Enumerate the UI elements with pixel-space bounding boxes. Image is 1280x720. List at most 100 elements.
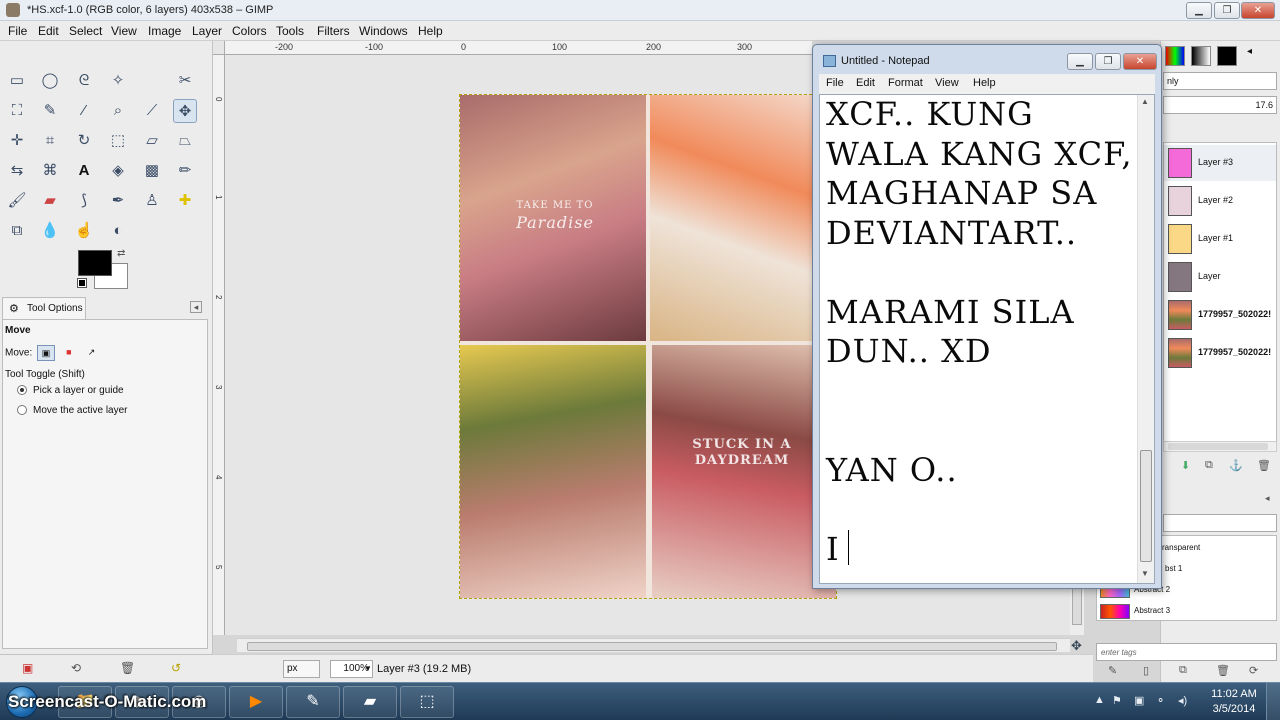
chevron-down-icon[interactable]: ▼ bbox=[364, 660, 374, 678]
scroll-up-icon[interactable]: ▲ bbox=[1141, 97, 1149, 106]
ruler-left[interactable]: 0 1 2 3 4 5 bbox=[213, 55, 225, 635]
pick-layer-option[interactable]: Pick a layer or guide bbox=[17, 385, 124, 396]
close-button[interactable]: ✕ bbox=[1241, 2, 1275, 19]
unit-select[interactable]: px bbox=[283, 660, 320, 678]
ellipse-select-icon[interactable]: ◯ bbox=[38, 69, 62, 93]
blend-icon[interactable]: ▩ bbox=[140, 159, 164, 183]
minimize-button[interactable]: ▁ bbox=[1186, 2, 1212, 19]
measure-icon[interactable]: ⟋ bbox=[140, 99, 164, 123]
tray-network-icon[interactable]: ⚬ bbox=[1156, 694, 1165, 707]
menu-image[interactable]: Image bbox=[148, 24, 181, 38]
notepad-menu-view[interactable]: View bbox=[935, 77, 959, 89]
layer-row[interactable]: Layer bbox=[1164, 259, 1276, 295]
fuzzy-select-icon[interactable]: ✧ bbox=[106, 69, 130, 93]
tags-input[interactable]: enter tags bbox=[1096, 643, 1277, 661]
swap-colors-icon[interactable]: ⇄ bbox=[117, 248, 125, 259]
notepad-text-area[interactable]: XCF.. KUNG WALA KANG XCF, MAGHANAP SA DE… bbox=[819, 94, 1155, 584]
eraser-icon[interactable]: ▰ bbox=[38, 189, 62, 213]
tray-device-icon[interactable]: ▣ bbox=[1134, 694, 1144, 707]
duplicate-gradient-icon[interactable]: ⧉ bbox=[1179, 664, 1187, 677]
anchor-layer-icon[interactable]: ⚓ bbox=[1229, 459, 1243, 472]
layer-row[interactable]: 1779957_502022! bbox=[1164, 335, 1276, 371]
gradient-view-select[interactable] bbox=[1163, 514, 1277, 532]
scrollbar-thumb[interactable] bbox=[1140, 450, 1152, 562]
text-tool-icon[interactable]: A bbox=[72, 159, 96, 183]
gimp-task[interactable]: ✎ bbox=[286, 686, 340, 718]
panel-menu-icon[interactable]: ◂ bbox=[1265, 493, 1270, 504]
canvas-horizontal-scrollbar[interactable] bbox=[237, 638, 1070, 652]
scrollbar-thumb[interactable] bbox=[1168, 443, 1268, 450]
recording-task[interactable]: ⬚ bbox=[400, 686, 454, 718]
move-selection-icon[interactable]: ■ bbox=[60, 345, 78, 361]
menu-windows[interactable]: Windows bbox=[359, 24, 408, 38]
clock-date[interactable]: 3/5/2014 bbox=[1208, 703, 1260, 715]
menu-file[interactable]: File bbox=[8, 24, 27, 38]
zoom-icon[interactable]: ⌕ bbox=[106, 99, 130, 123]
scrollbar-thumb[interactable] bbox=[1072, 585, 1082, 625]
move-active-option[interactable]: Move the active layer bbox=[17, 405, 128, 416]
image-canvas[interactable]: TAKE ME TO Paradise STUCK IN A DAYDREAM bbox=[459, 94, 837, 599]
edit-gradient-icon[interactable]: ✎ bbox=[1108, 664, 1117, 677]
delete-layer-icon[interactable]: 🗑 bbox=[1257, 459, 1271, 472]
show-desktop-button[interactable] bbox=[1266, 683, 1280, 720]
notepad-close-button[interactable]: ✕ bbox=[1123, 53, 1157, 70]
move-layer-icon[interactable]: ▣ bbox=[37, 345, 56, 361]
menu-select[interactable]: Select bbox=[69, 24, 102, 38]
ink-icon[interactable]: ✒ bbox=[106, 189, 130, 213]
scissors-icon[interactable]: ✂ bbox=[173, 69, 197, 93]
panel-menu-icon[interactable]: ◂ bbox=[190, 301, 202, 313]
clone-icon[interactable]: ♙ bbox=[140, 189, 164, 213]
palette-tab-icon[interactable] bbox=[1165, 46, 1185, 66]
layer-mode-select[interactable]: nly bbox=[1163, 72, 1277, 90]
menu-filters[interactable]: Filters bbox=[317, 24, 350, 38]
layers-scrollbar[interactable] bbox=[1163, 441, 1277, 452]
maximize-button[interactable]: ❐ bbox=[1214, 2, 1240, 19]
color-picker-icon[interactable]: ⁄ bbox=[72, 99, 96, 123]
perspective-clone-icon[interactable]: ⧉ bbox=[5, 219, 29, 243]
panel-menu-icon[interactable]: ◂ bbox=[1247, 46, 1267, 66]
crop-icon[interactable]: ⌗ bbox=[38, 129, 62, 153]
perspective-icon[interactable]: ⏢ bbox=[173, 129, 197, 153]
fg-tab-icon[interactable] bbox=[1217, 46, 1237, 66]
tray-expand-icon[interactable]: ▲ bbox=[1094, 694, 1105, 706]
dodge-burn-icon[interactable]: ◐ bbox=[106, 219, 130, 243]
tray-volume-icon[interactable]: ◂) bbox=[1178, 694, 1187, 707]
scrollbar-thumb[interactable] bbox=[247, 642, 1057, 651]
notepad-maximize-button[interactable]: ❐ bbox=[1095, 53, 1121, 70]
layer-row[interactable]: Layer #2 bbox=[1164, 183, 1276, 219]
delete-options-icon[interactable]: 🗑 bbox=[120, 661, 135, 675]
heal-icon[interactable]: ✚ bbox=[173, 189, 197, 213]
align-icon[interactable]: ✛ bbox=[5, 129, 29, 153]
bucket-fill-icon[interactable]: ◈ bbox=[106, 159, 130, 183]
tray-flag-icon[interactable]: ⚑ bbox=[1112, 694, 1122, 707]
smudge-icon[interactable]: ☝ bbox=[72, 219, 96, 243]
menu-edit[interactable]: Edit bbox=[38, 24, 59, 38]
reset-options-icon[interactable]: ↺ bbox=[171, 661, 181, 675]
paths-icon[interactable]: ✎ bbox=[38, 99, 62, 123]
navigate-icon[interactable]: ✥ bbox=[1071, 638, 1082, 654]
blur-icon[interactable]: 💧 bbox=[38, 219, 62, 243]
flip-icon[interactable]: ⇆ bbox=[5, 159, 29, 183]
notepad-menu-format[interactable]: Format bbox=[888, 77, 923, 89]
foreground-select-icon[interactable]: ⛶ bbox=[5, 99, 29, 123]
duplicate-layer-icon[interactable]: ⧉ bbox=[1205, 459, 1213, 472]
restore-options-icon[interactable]: ⟲ bbox=[71, 661, 81, 675]
shear-icon[interactable]: ▱ bbox=[140, 129, 164, 153]
notepad-menu-edit[interactable]: Edit bbox=[856, 77, 875, 89]
menu-tools[interactable]: Tools bbox=[276, 24, 304, 38]
gradient-row[interactable]: Abstract 3 bbox=[1097, 601, 1276, 622]
notepad-window[interactable]: Untitled - Notepad ▁ ❐ ✕ File Edit Forma… bbox=[812, 44, 1162, 589]
menu-colors[interactable]: Colors bbox=[232, 24, 267, 38]
cage-icon[interactable]: ⌘ bbox=[38, 159, 62, 183]
ruler-top[interactable]: -200 -100 0 100 200 300 bbox=[225, 41, 812, 55]
notepad-content[interactable]: XCF.. KUNG WALA KANG XCF, MAGHANAP SA DE… bbox=[826, 95, 1138, 569]
screencast-task[interactable]: ▶ bbox=[229, 686, 283, 718]
menu-view[interactable]: View bbox=[111, 24, 137, 38]
tab-tool-options[interactable]: ⚙ Tool Options bbox=[2, 297, 86, 319]
scroll-down-icon[interactable]: ▼ bbox=[1141, 569, 1149, 578]
save-options-icon[interactable]: ▣ bbox=[22, 661, 33, 675]
gradient-tab-icon[interactable] bbox=[1191, 46, 1211, 66]
notepad-minimize-button[interactable]: ▁ bbox=[1067, 53, 1093, 70]
new-gradient-icon[interactable]: ▯ bbox=[1143, 664, 1149, 677]
pencil-icon[interactable]: ✏ bbox=[173, 159, 197, 183]
